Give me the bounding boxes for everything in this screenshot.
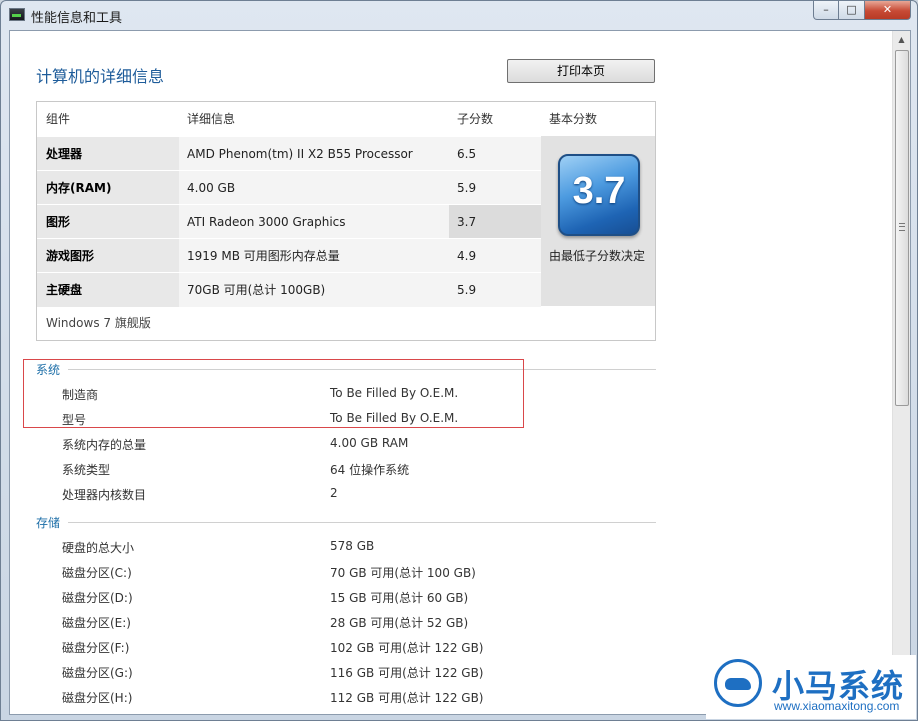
maximize-button[interactable]: □ — [839, 1, 865, 20]
storage-label: 磁盘分区(G:) — [62, 666, 133, 680]
storage-value: 102 GB 可用(总计 122 GB) — [330, 641, 484, 655]
storage-label: 磁盘分区(E:) — [62, 616, 131, 630]
table-row: 游戏图形 1919 MB 可用图形内存总量 4.9 — [37, 238, 541, 273]
system-value-type: 64 位操作系统 — [330, 463, 410, 477]
system-value-memory: 4.00 GB RAM — [330, 436, 409, 450]
base-score-note: 由最低子分数决定 — [549, 249, 646, 263]
storage-label: 磁盘分区(H:) — [62, 691, 133, 705]
grip-icon — [899, 223, 905, 231]
close-button[interactable]: ✕ — [865, 1, 911, 20]
performance-app-icon — [9, 8, 25, 21]
component-subscore: 5.9 — [449, 171, 541, 205]
component-subscore-lowest: 3.7 — [449, 205, 541, 239]
vertical-scrollbar[interactable]: ▲ ▼ — [892, 31, 910, 714]
table-row: 内存(RAM) 4.00 GB 5.9 — [37, 170, 541, 205]
header-details: 详细信息 — [187, 112, 236, 126]
storage-label: 磁盘分区(F:) — [62, 641, 130, 655]
component-details: ATI Radeon 3000 Graphics — [179, 205, 449, 239]
windows-edition: Windows 7 旗舰版 — [46, 316, 151, 330]
scrollbar-thumb[interactable] — [895, 50, 909, 406]
storage-value: 578 GB — [330, 539, 375, 553]
table-row: 主硬盘 70GB 可用(总计 100GB) 5.9 — [37, 272, 541, 307]
component-name: 主硬盘 — [37, 273, 179, 307]
window-controls: – □ ✕ — [813, 1, 911, 21]
storage-value: 28 GB 可用(总计 52 GB) — [330, 616, 469, 630]
scroll-up-arrow-icon[interactable]: ▲ — [893, 31, 910, 48]
header-component: 组件 — [46, 112, 71, 126]
component-details: 70GB 可用(总计 100GB) — [179, 273, 449, 307]
base-score-badge: 3.7 — [558, 154, 640, 236]
window-title: 性能信息和工具 — [31, 11, 123, 26]
component-name: 内存(RAM) — [37, 171, 179, 205]
horse-logo-icon — [714, 659, 762, 707]
storage-value: 112 GB 可用(总计 122 GB) — [330, 691, 484, 705]
table-row: 图形 ATI Radeon 3000 Graphics 3.7 — [37, 204, 541, 239]
system-label-cores: 处理器内核数目 — [62, 488, 147, 502]
system-label-model: 型号 — [62, 413, 87, 427]
section-title-storage: 存储 — [36, 516, 61, 530]
component-name: 处理器 — [37, 137, 179, 171]
component-subscore: 4.9 — [449, 239, 541, 273]
storage-value: 15 GB 可用(总计 60 GB) — [330, 591, 469, 605]
watermark: 小马系统 www.xiaomaxitong.com — [706, 655, 916, 719]
header-base-score: 基本分数 — [549, 112, 598, 126]
header-subscore: 子分数 — [457, 112, 494, 126]
section-divider — [68, 522, 656, 523]
storage-value: 70 GB 可用(总计 100 GB) — [330, 566, 476, 580]
page-title: 计算机的详细信息 — [36, 67, 165, 86]
system-value-cores: 2 — [330, 486, 338, 500]
print-page-button[interactable]: 打印本页 — [507, 59, 655, 83]
component-name: 图形 — [37, 205, 179, 239]
component-details: 4.00 GB — [179, 171, 449, 205]
watermark-url: www.xiaomaxitong.com — [774, 699, 900, 713]
component-subscore: 5.9 — [449, 273, 541, 307]
storage-label: 磁盘分区(D:) — [62, 591, 133, 605]
content-area: 计算机的详细信息 打印本页 组件 详细信息 子分数 基本分数 处理器 AMD P… — [9, 30, 911, 715]
system-label-type: 系统类型 — [62, 463, 111, 477]
storage-label: 磁盘分区(C:) — [62, 566, 132, 580]
table-row: 处理器 AMD Phenom(tm) II X2 B55 Processor 6… — [37, 136, 541, 171]
system-label-manufacturer: 制造商 — [62, 388, 99, 402]
component-details: AMD Phenom(tm) II X2 B55 Processor — [179, 137, 449, 171]
title-bar[interactable]: 性能信息和工具 – □ ✕ — [1, 1, 917, 29]
system-label-memory: 系统内存的总量 — [62, 438, 147, 452]
minimize-button[interactable]: – — [813, 1, 839, 20]
storage-value: 116 GB 可用(总计 122 GB) — [330, 666, 484, 680]
storage-label: 硬盘的总大小 — [62, 541, 135, 555]
score-table-header: 组件 详细信息 子分数 — [37, 102, 541, 136]
system-value-manufacturer: To Be Filled By O.E.M. — [330, 386, 459, 400]
base-score-panel: 3.7 由最低子分数决定 — [541, 136, 655, 306]
component-subscore: 6.5 — [449, 137, 541, 171]
system-value-model: To Be Filled By O.E.M. — [330, 411, 459, 425]
component-name: 游戏图形 — [37, 239, 179, 273]
score-table: 组件 详细信息 子分数 基本分数 处理器 AMD Phenom(tm) II X… — [36, 101, 656, 341]
performance-info-window: 性能信息和工具 – □ ✕ 计算机的详细信息 打印本页 组件 详细信息 子分数 … — [0, 0, 918, 721]
component-details: 1919 MB 可用图形内存总量 — [179, 239, 449, 273]
base-score-value: 3.7 — [572, 170, 626, 212]
